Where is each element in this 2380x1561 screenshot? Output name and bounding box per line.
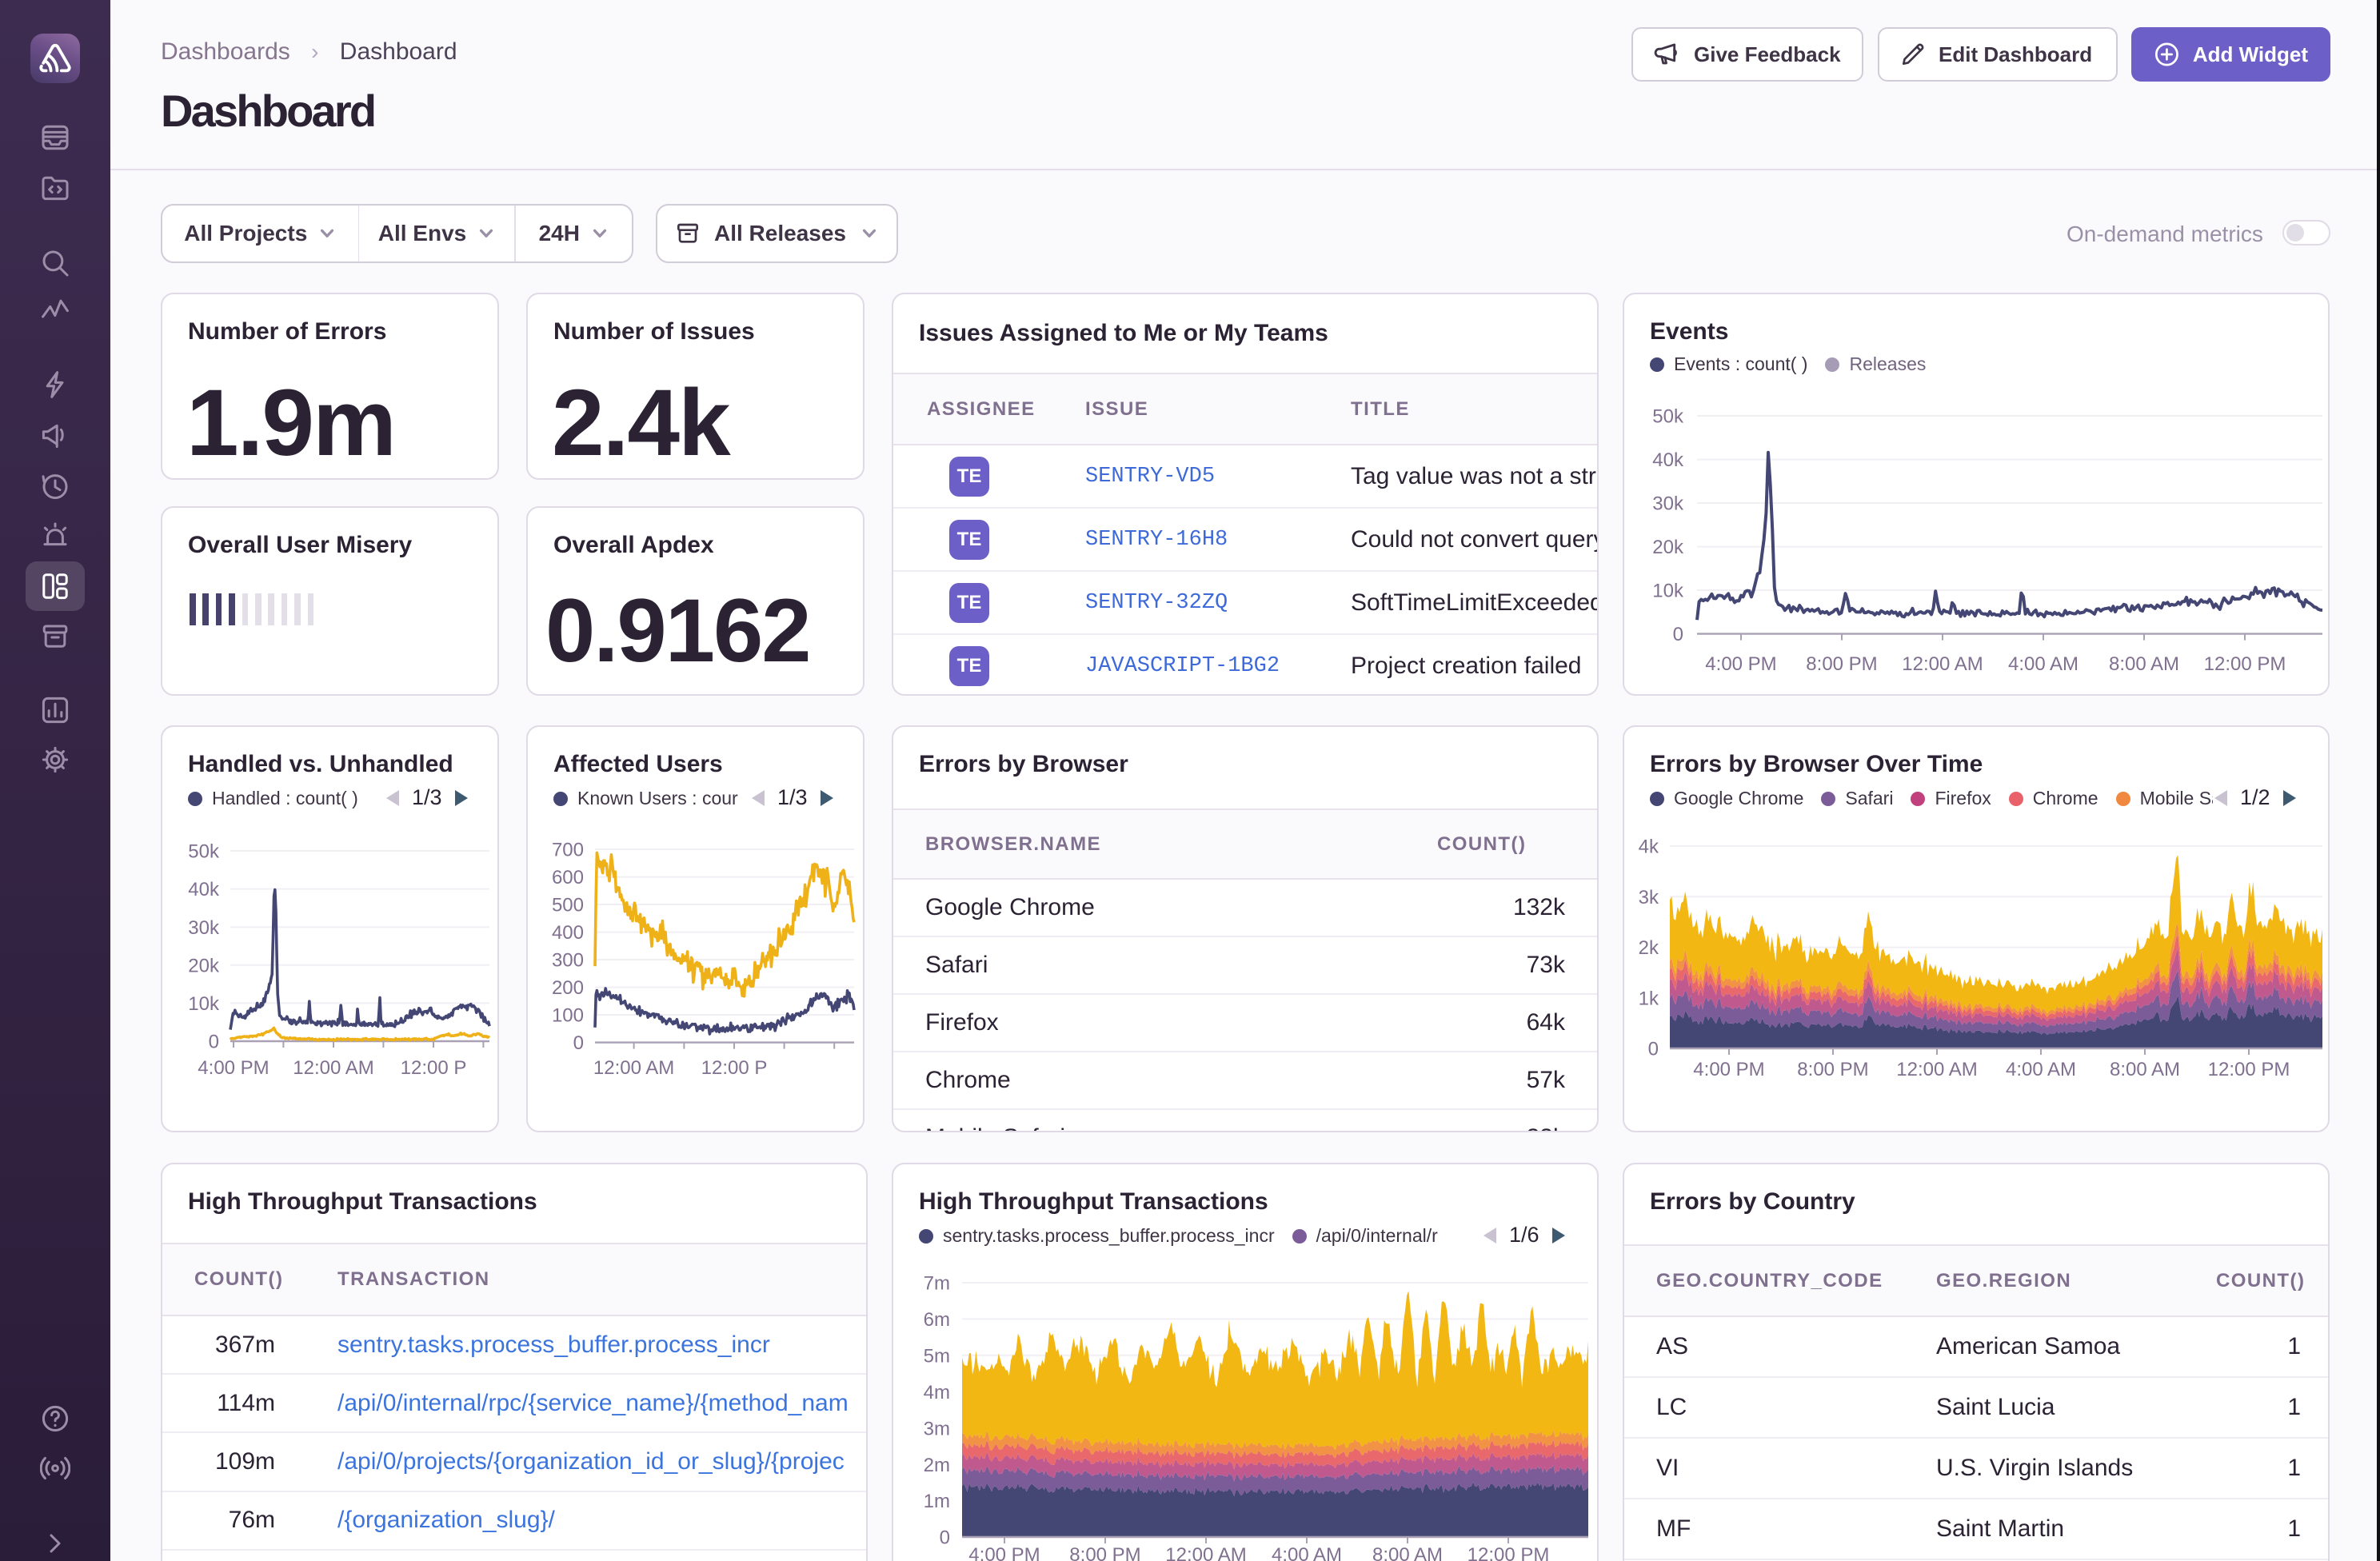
svg-text:50k: 50k [188,841,220,863]
svg-text:100: 100 [552,1005,584,1027]
svg-text:4:00 PM: 4:00 PM [198,1057,269,1079]
svg-text:8:00 PM: 8:00 PM [1069,1544,1140,1561]
svg-text:5m: 5m [924,1345,950,1367]
svg-text:40k: 40k [188,879,220,900]
svg-text:20k: 20k [188,955,220,976]
svg-text:8:00 AM: 8:00 AM [2110,1059,2180,1080]
svg-text:20k: 20k [1652,537,1684,558]
svg-text:4:00 PM: 4:00 PM [968,1544,1040,1561]
svg-text:4:00 AM: 4:00 AM [2008,653,2079,675]
svg-text:12:00 AM: 12:00 AM [1165,1544,1246,1561]
svg-text:8:00 PM: 8:00 PM [1806,653,1877,675]
svg-text:0: 0 [573,1032,584,1054]
svg-text:12:00 PM: 12:00 PM [1468,1544,1550,1561]
svg-text:4m: 4m [924,1382,950,1403]
svg-text:4:00 PM: 4:00 PM [1705,653,1776,675]
svg-text:3m: 3m [924,1418,950,1439]
svg-text:10k: 10k [1652,581,1684,602]
svg-text:30k: 30k [1652,493,1684,515]
svg-text:0: 0 [209,1032,219,1053]
svg-text:12:00 AM: 12:00 AM [293,1057,373,1079]
svg-text:700: 700 [552,840,584,861]
svg-text:12:00 PM: 12:00 PM [2208,1059,2290,1080]
svg-text:2m: 2m [924,1455,950,1476]
svg-text:300: 300 [552,950,584,972]
svg-text:400: 400 [552,922,584,944]
svg-text:600: 600 [552,867,584,888]
svg-text:12:00 AM: 12:00 AM [1902,653,1983,675]
svg-text:4:00 AM: 4:00 AM [1272,1544,1342,1561]
svg-text:12:00 AM: 12:00 AM [1896,1059,1977,1080]
svg-text:8:00 PM: 8:00 PM [1797,1059,1868,1080]
svg-text:12:00 P: 12:00 P [701,1057,768,1079]
svg-text:1m: 1m [924,1491,950,1512]
svg-text:10k: 10k [188,993,220,1015]
svg-text:30k: 30k [188,917,220,939]
svg-text:200: 200 [552,977,584,999]
svg-text:12:00 AM: 12:00 AM [593,1057,674,1079]
svg-text:6m: 6m [924,1309,950,1331]
svg-text:4:00 AM: 4:00 AM [2006,1059,2076,1080]
svg-text:0: 0 [1673,624,1683,645]
svg-text:0: 0 [1648,1039,1659,1060]
svg-text:0: 0 [940,1527,950,1549]
svg-text:2k: 2k [1639,937,1659,959]
svg-text:3k: 3k [1639,887,1659,908]
svg-text:500: 500 [552,895,584,916]
svg-text:4:00 PM: 4:00 PM [1693,1059,1764,1080]
svg-text:8:00 AM: 8:00 AM [1372,1544,1443,1561]
svg-text:12:00 P: 12:00 P [401,1057,467,1079]
svg-text:1k: 1k [1639,988,1659,1009]
svg-text:4k: 4k [1639,836,1659,858]
svg-text:12:00 PM: 12:00 PM [2204,653,2286,675]
svg-text:7m: 7m [924,1273,950,1295]
svg-text:8:00 AM: 8:00 AM [2109,653,2179,675]
svg-text:50k: 50k [1652,406,1684,428]
svg-text:40k: 40k [1652,449,1684,471]
